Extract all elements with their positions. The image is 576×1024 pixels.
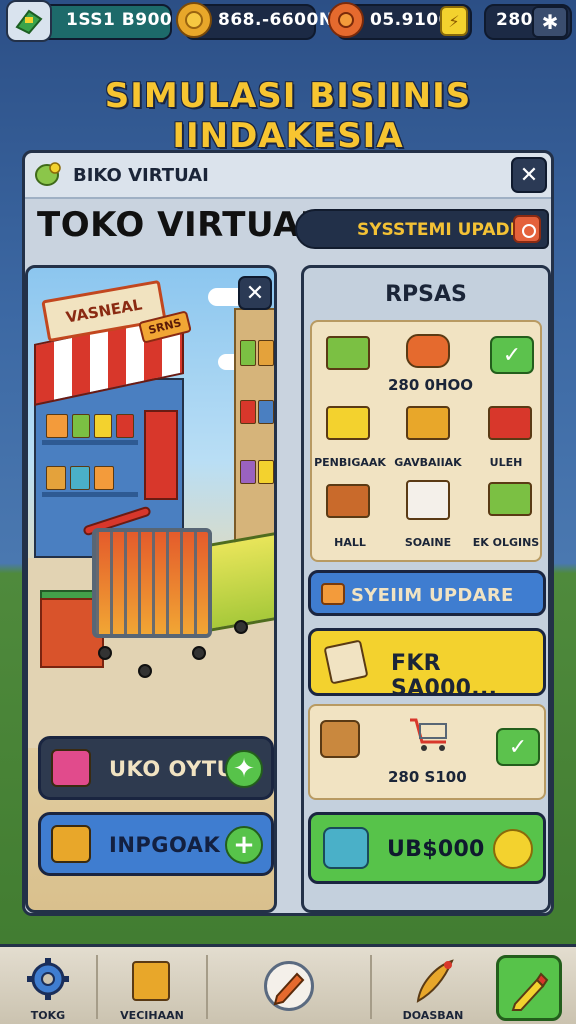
box-icon [132,961,170,1001]
cash-stack-icon [326,336,370,370]
shop-sidebar: RPSAS ✓ 280 0HOO PENBIGAAK GAVBAIIAK ULE… [301,265,551,913]
panel-close-button[interactable]: ✕ [511,157,547,193]
cart-icon [406,714,454,754]
product-icon [406,406,450,440]
nav-item-center[interactable] [208,947,370,1024]
cart-wheel [138,664,152,678]
system-update-pill[interactable]: SYSSTEMI UPADB [295,209,549,249]
coins-value: 868.-6600N [218,10,334,30]
cart-price: 280 S100 [388,768,467,786]
check-icon: ✓ [502,342,522,368]
panel-header-label: BIKO VIRTUAI [73,165,209,186]
close-icon: ✕ [245,280,265,306]
currency-button[interactable]: UB$000 [308,812,546,884]
system-update-label: SYSSTEMI UPADB [357,220,523,240]
shopping-cart [92,528,212,638]
cart-wheel [98,646,112,660]
nav-item-vecihaan[interactable]: VECIHAAN [98,947,206,1024]
gear-icon: ✱ [541,10,559,34]
receipt-icon [323,639,369,685]
nav-item-doasban[interactable]: DOASBAN [372,947,494,1024]
box-icon [51,825,91,863]
close-icon: ✕ [519,162,539,188]
cart-buy-button[interactable]: ✓ [496,728,540,766]
cart-offer-box: ✓ 280 S100 [308,704,546,800]
product-icon [488,482,532,516]
inpgoak-label: INPGOAK [109,833,221,857]
uko-optimum-button[interactable]: UKO OYTUM ✦ [38,736,274,800]
currency-text: UB$000 [387,837,485,862]
grid-item-label: EK OLGINS [472,536,540,549]
system-update-text: SYEIIM UPDARE [351,585,514,606]
lightbulb-icon [33,161,63,189]
item-grid: ✓ 280 0HOO PENBIGAAK GAVBAIIAK ULEH HALL [310,320,542,562]
offer-button[interactable]: FKR SA000... [308,628,546,701]
scene-close-button[interactable]: ✕ [238,276,272,310]
grid-item-label: ULEH [489,456,523,469]
nav-edit-button[interactable] [496,955,562,1021]
shop-panel: BIKO VIRTUAI ✕ TOKO VIRTUAL SYSSTEMI UPA… [22,150,554,916]
nav-item-tokg[interactable]: TOKG [0,947,96,1024]
shopping-bag-icon [51,749,91,787]
grid-item-label: SOAINE [404,536,452,549]
register-icon [323,827,369,869]
diamond-icon [493,829,533,869]
bottom-nav: TOKG VECIHAAN DOASBAN [0,944,576,1024]
product-icon [326,406,370,440]
offer-text: FKR SA000... [391,651,498,701]
truck-icon [406,334,450,368]
grid-item-label: GAVBAIIAK [394,456,462,469]
shop-scene: VASNEAL SRNS ✕ UKO OYTUM ✦ INPGOAK + [25,265,277,913]
cash-icon [6,0,52,42]
cart-wheel [192,646,206,660]
shop-door [144,410,178,500]
check-icon: ✓ [508,734,528,760]
level-value: 280 [496,10,533,30]
plus-icon: + [225,826,263,864]
sparkle-icon: ✦ [225,750,263,788]
record-icon [513,215,541,243]
inpgoak-button[interactable]: INPGOAK + [38,812,274,876]
game-title: SIMULASI BISIINIS IINDAKESIA [104,76,472,156]
sidebar-title: RPSAS [385,282,467,307]
item-buy-button[interactable]: ✓ [490,336,534,374]
product-icon [488,406,532,440]
tokens-value: 05.9100 [370,10,451,30]
shop-title: TOKO VIRTUAL [37,205,323,245]
pencil-badge-icon [264,961,314,1011]
grid-item-label: PENBIGAAK [314,456,386,469]
cart-wheel [234,620,248,634]
add-tokens-button[interactable]: ⚡ [440,6,468,36]
quill-icon [410,955,458,1007]
bag-icon [320,720,360,758]
green-cart [204,531,274,633]
side-shelf [234,308,274,558]
nav-label: VECIHAAN [120,1009,184,1022]
grid-item-label: HALL [334,536,366,549]
token-icon [328,2,364,38]
coin-icon [176,2,212,38]
nav-label: DOASBAN [402,1009,464,1022]
edit-icon [507,966,553,1012]
product-icon [326,484,370,518]
cash-value: 1SS1 B900 [66,10,173,30]
item-price: 280 0HOO [388,376,474,394]
gear-icon [24,955,72,1003]
nav-label: TOKG [30,1009,66,1022]
system-update-button[interactable]: SYEIIM UPDARE [308,570,546,616]
panel-header: BIKO VIRTUAI [25,153,551,199]
settings-button[interactable]: ✱ [532,6,568,38]
lightning-icon: ⚡ [448,11,460,31]
box-icon [321,583,345,605]
product-icon [406,480,450,520]
